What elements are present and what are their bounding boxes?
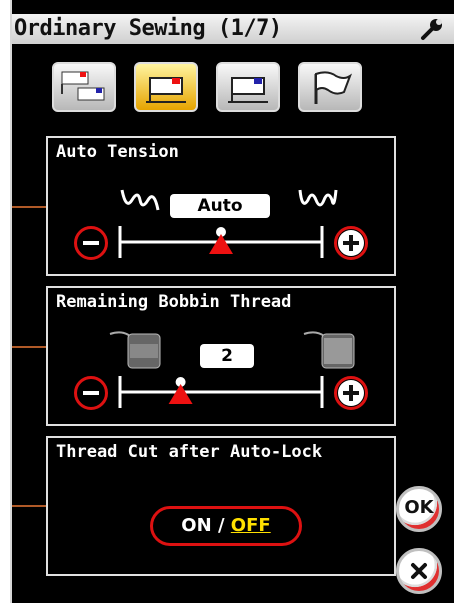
bobbin-plus-button[interactable] [334,376,368,410]
close-icon [411,563,427,579]
leader-line [12,505,48,507]
separator: / [217,515,225,536]
leader-line [12,346,48,348]
wrench-icon[interactable] [420,16,446,42]
tension-value: Auto [170,194,270,218]
leader-line [12,206,48,208]
bobbin-panel: Remaining Bobbin Thread 2 [46,286,396,426]
minus-icon [78,230,104,256]
tab-machine-settings[interactable] [216,62,280,112]
tight-tension-icon [298,189,338,207]
empty-bobbin-icon [109,331,161,369]
bobbin-value: 2 [200,344,254,368]
tab-sewing-settings[interactable] [134,62,198,112]
general-settings-icon [61,71,105,101]
thread-cut-title: Thread Cut after Auto-Lock [56,442,323,462]
bobbin-slider[interactable] [118,372,324,412]
auto-tension-panel: Auto Tension Auto [46,136,396,276]
off-label: OFF [230,515,271,536]
minus-icon [78,380,104,406]
cancel-button[interactable] [396,548,442,594]
screen: Ordinary Sewing (1/7) Auto Tension Auto … [10,0,454,603]
plus-icon [338,230,364,256]
on-off-toggle[interactable]: ON / OFF [150,506,302,546]
ok-label: OK [404,497,434,518]
bobbin-minus-button[interactable] [74,376,108,410]
machine-settings-icon [228,77,268,103]
page-title: Ordinary Sewing (1/7) [14,16,282,41]
full-bobbin-icon [303,331,355,369]
bobbin-title: Remaining Bobbin Thread [56,292,292,312]
title-bar: Ordinary Sewing (1/7) [12,14,454,44]
on-label: ON [181,515,212,536]
plus-icon [338,380,364,406]
tension-slider[interactable] [118,222,324,262]
loose-tension-icon [120,189,160,211]
tension-minus-button[interactable] [74,226,108,260]
tab-flag[interactable] [298,62,362,112]
auto-tension-title: Auto Tension [56,142,179,162]
tension-plus-button[interactable] [334,226,368,260]
tab-general-settings[interactable] [52,62,116,112]
flag-icon [314,71,353,104]
ok-button[interactable]: OK [396,486,442,532]
sewing-settings-icon [146,77,186,103]
